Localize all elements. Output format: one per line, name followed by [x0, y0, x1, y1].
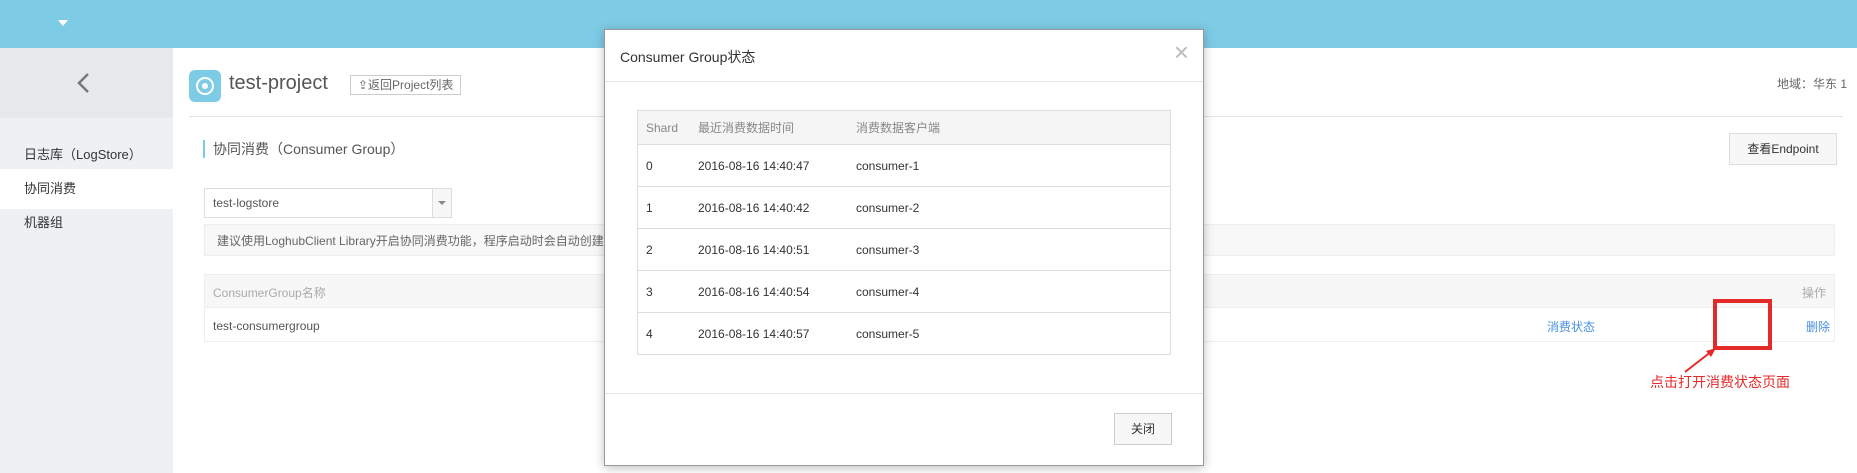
view-endpoint-button[interactable]: 查看Endpoint [1729, 133, 1837, 165]
section-title: 协同消费（Consumer Group） [203, 140, 404, 158]
shard-cell: 0 [637, 144, 690, 187]
client-cell: consumer-3 [848, 228, 1171, 271]
column-header-name: ConsumerGroup名称 [213, 286, 326, 300]
column-header-action: 操作 [1801, 286, 1826, 300]
consumer-group-name: test-consumergroup [213, 319, 320, 333]
shard-cell: 1 [637, 186, 690, 229]
annotation-highlight-box [1713, 299, 1772, 350]
client-cell: consumer-4 [848, 270, 1171, 313]
sidebar: 日志库（LogStore） 协同消费 机器组 [0, 48, 173, 473]
dialog-header: Consumer Group状态 × [605, 30, 1203, 82]
table-row: 0 2016-08-16 14:40:47 consumer-1 [637, 144, 1171, 187]
client-cell: consumer-1 [848, 144, 1171, 187]
column-header-shard: Shard [637, 110, 690, 145]
sidebar-item-machine-group[interactable]: 机器组 [0, 203, 173, 243]
chevron-left-icon [77, 73, 89, 93]
time-cell: 2016-08-16 14:40:54 [690, 270, 848, 313]
close-icon[interactable]: × [1174, 38, 1189, 66]
time-cell: 2016-08-16 14:40:47 [690, 144, 848, 187]
region-text: 地域：华东 1 [1776, 77, 1847, 91]
table-row: 2 2016-08-16 14:40:51 consumer-3 [637, 228, 1171, 271]
shard-cell: 2 [637, 228, 690, 271]
close-button[interactable]: 关闭 [1114, 413, 1172, 445]
logstore-select-value: test-logstore [213, 196, 280, 210]
client-cell: consumer-2 [848, 186, 1171, 229]
dialog-footer-divider [605, 393, 1203, 394]
column-header-client: 消费数据客户端 [848, 110, 1171, 145]
consumer-group-status-dialog: Consumer Group状态 × Shard 最近消费数据时间 消费数据客户… [604, 29, 1204, 466]
shard-cell: 4 [637, 312, 690, 355]
client-cell: consumer-5 [848, 312, 1171, 355]
region-label: 地域：华东 1 [1777, 75, 1847, 92]
shard-status-table: Shard 最近消费数据时间 消费数据客户端 0 2016-08-16 14:4… [637, 110, 1171, 355]
caret-down-icon[interactable] [58, 20, 68, 26]
delete-link[interactable]: 删除 [1806, 318, 1830, 335]
back-to-project-list-button[interactable]: ⇪返回Project列表 [350, 75, 462, 95]
dialog-title: Consumer Group状态 [620, 49, 756, 65]
time-cell: 2016-08-16 14:40:51 [690, 228, 848, 271]
column-header-last-consume-time: 最近消费数据时间 [690, 110, 848, 145]
chevron-down-icon[interactable] [432, 189, 451, 217]
table-header: Shard 最近消费数据时间 消费数据客户端 [637, 110, 1171, 145]
sidebar-collapse-button[interactable] [0, 48, 173, 118]
annotation-text: 点击打开消费状态页面 [1650, 375, 1790, 391]
time-cell: 2016-08-16 14:40:42 [690, 186, 848, 229]
time-cell: 2016-08-16 14:40:57 [690, 312, 848, 355]
consume-status-link[interactable]: 消费状态 [1547, 318, 1595, 335]
shard-cell: 3 [637, 270, 690, 313]
annotation-arrow-icon [1684, 348, 1716, 373]
logstore-select[interactable]: test-logstore [204, 188, 452, 218]
table-row: 3 2016-08-16 14:40:54 consumer-4 [637, 270, 1171, 313]
table-row: 4 2016-08-16 14:40:57 consumer-5 [637, 312, 1171, 355]
project-icon [189, 70, 221, 102]
table-row: 1 2016-08-16 14:40:42 consumer-2 [637, 186, 1171, 229]
page-title: test-project [229, 72, 328, 94]
